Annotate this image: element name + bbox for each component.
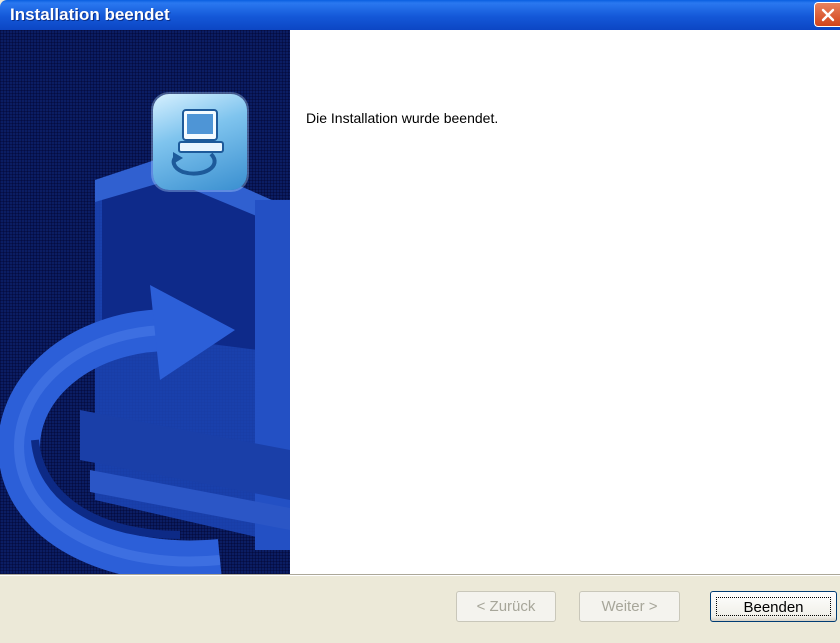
setup-computer-icon — [153, 94, 247, 190]
completion-message: Die Installation wurde beendet. — [306, 110, 499, 126]
button-separator — [0, 574, 840, 576]
next-button[interactable]: Weiter > — [579, 591, 680, 622]
close-button[interactable] — [814, 2, 840, 27]
title-bar[interactable]: Installation beendet — [0, 0, 840, 30]
close-icon — [821, 8, 835, 22]
finish-button[interactable]: Beenden — [710, 591, 837, 622]
wizard-content: Die Installation wurde beendet. — [290, 30, 840, 574]
window-title: Installation beendet — [10, 5, 170, 24]
wizard-side-banner — [0, 30, 290, 574]
finish-button-label: Beenden — [716, 597, 831, 616]
back-button[interactable]: < Zurück — [456, 591, 556, 622]
